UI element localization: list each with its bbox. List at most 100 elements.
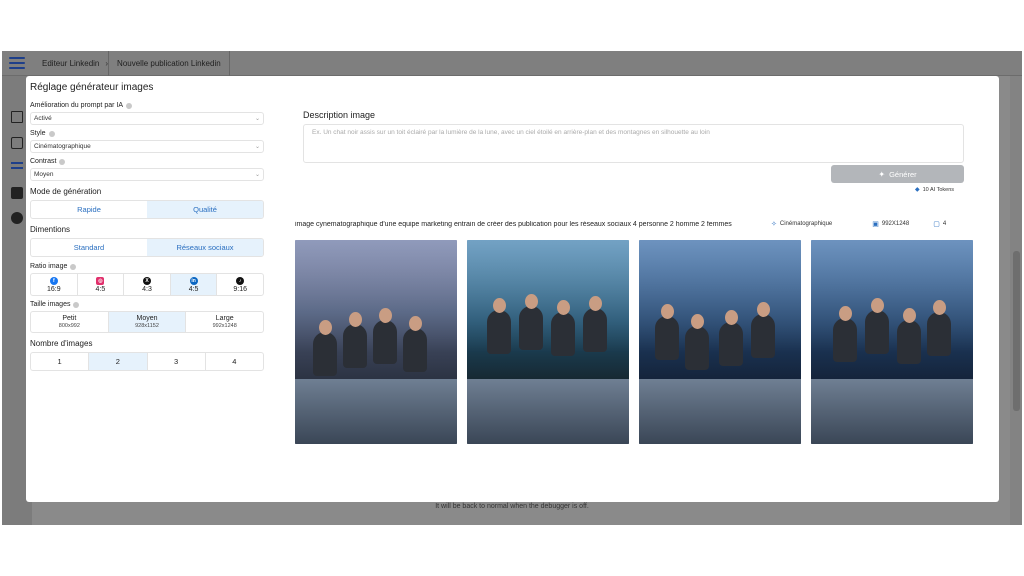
size-option-large[interactable]: Large 992x1248 <box>186 312 263 332</box>
dimensions-toggle: Standard Réseaux sociaux <box>30 238 264 257</box>
dimensions-option-standard[interactable]: Standard <box>31 239 147 256</box>
dimensions-label: Dimentions <box>30 225 71 234</box>
sparkle-icon: ✦ <box>878 169 886 179</box>
mode-option-rapide[interactable]: Rapide <box>31 201 147 218</box>
info-icon[interactable] <box>70 263 77 270</box>
info-icon[interactable] <box>59 158 66 165</box>
result-count-text: 4 <box>942 221 947 227</box>
generated-image[interactable] <box>295 240 457 444</box>
breadcrumb-item-editor[interactable]: Editeur Linkedin <box>36 59 105 68</box>
result-count: ▢ 4 <box>933 220 946 228</box>
info-icon[interactable] <box>48 130 55 137</box>
generate-button[interactable]: ✦ Générer <box>831 165 964 183</box>
info-icon[interactable] <box>126 102 132 109</box>
count-option-4[interactable]: 4 <box>206 353 263 370</box>
briefcase-icon[interactable] <box>11 137 23 149</box>
sliders-icon[interactable] <box>11 162 23 174</box>
style-label: Style <box>30 130 46 137</box>
result-header: image cynematographique d'une equipe mar… <box>295 218 975 230</box>
top-bar: Editeur Linkedin › Nouvelle publication … <box>2 51 1022 76</box>
prompt-ai-label: Amélioration du prompt par IA <box>30 102 123 109</box>
ratio-option-facebook[interactable]: f 16:9 <box>31 274 78 295</box>
info-icon[interactable] <box>73 301 80 308</box>
style-value: Cinématographique <box>34 143 91 150</box>
mode-label: Mode de génération <box>30 187 102 196</box>
settings-title: Réglage générateur images <box>30 82 154 93</box>
screen: Editeur Linkedin › Nouvelle publication … <box>0 0 1024 576</box>
size-dim: 992x1248 <box>212 323 237 329</box>
dimensions-option-social[interactable]: Réseaux sociaux <box>147 239 263 256</box>
count-option-3[interactable]: 3 <box>148 353 206 370</box>
result-dimension: ▣ 992X1248 <box>872 220 909 228</box>
hamburger-menu-icon[interactable] <box>9 57 25 69</box>
size-selector: Petit 800x992 Moyen 928x1152 Large 992x1248 <box>30 311 264 333</box>
debug-note: It will be back to normal when the debug… <box>435 503 589 510</box>
contrast-label: Contrast <box>30 158 57 165</box>
description-title: Description image <box>303 110 376 120</box>
count-option-1[interactable]: 1 <box>31 353 90 370</box>
ratio-option-instagram[interactable]: ◎ 4:5 <box>78 274 125 295</box>
generated-image[interactable] <box>639 240 801 444</box>
x-icon: X <box>142 276 151 285</box>
diamond-icon: ◆ <box>915 187 920 193</box>
mode-toggle: Rapide Qualité <box>30 200 264 219</box>
chevron-down-icon: ⌄ <box>254 116 260 122</box>
instagram-icon: ◎ <box>96 276 105 285</box>
image-icon: ▢ <box>933 221 940 228</box>
contrast-select[interactable]: Moyen ⌄ <box>30 168 264 181</box>
breadcrumb: Editeur Linkedin › Nouvelle publication … <box>36 51 230 76</box>
size-label: Taille images <box>30 301 71 308</box>
scrollbar[interactable] <box>1010 76 1022 525</box>
folder-icon[interactable] <box>11 111 23 123</box>
size-dim: 800x992 <box>58 323 80 329</box>
result-style: ✧ Cinématographique <box>771 220 832 228</box>
count-label: Nombre d'images <box>30 339 93 348</box>
generate-label: Générer <box>889 169 917 179</box>
contrast-value: Moyen <box>34 171 54 178</box>
count-option-2[interactable]: 2 <box>89 353 148 370</box>
tiktok-icon: ♪ <box>236 276 245 285</box>
result-images <box>295 240 973 444</box>
prompt-ai-select[interactable]: Activé ⌄ <box>30 112 264 125</box>
description-input[interactable]: Ex. Un chat noir assis sur un toit éclai… <box>303 124 964 163</box>
result-prompt: image cynematographique d'une equipe mar… <box>295 220 732 228</box>
ratio-value: 4:3 <box>142 285 152 293</box>
settings-panel: Réglage générateur images Amélioration d… <box>30 82 266 371</box>
token-text: 10 AI Tokens <box>922 186 955 193</box>
facebook-icon: f <box>49 276 58 285</box>
prompt-ai-value: Activé <box>34 115 52 122</box>
ratio-value: 16:9 <box>46 285 61 293</box>
magic-wand-icon: ✧ <box>771 221 777 228</box>
generated-image[interactable] <box>467 240 629 444</box>
chevron-down-icon: ⌄ <box>254 172 260 178</box>
size-name: Large <box>215 315 234 322</box>
generator-panel: Description image Ex. Un chat noir assis… <box>295 110 995 444</box>
scrollbar-thumb[interactable] <box>1013 251 1020 411</box>
ratio-value: 4:5 <box>95 285 106 293</box>
size-option-petit[interactable]: Petit 800x992 <box>31 312 109 332</box>
style-select[interactable]: Cinématographique ⌄ <box>30 140 264 153</box>
count-selector: 1 2 3 4 <box>30 352 264 371</box>
breadcrumb-item-current[interactable]: Nouvelle publication Linkedin <box>108 51 230 76</box>
result-dimension-text: 992X1248 <box>881 221 910 227</box>
mode-option-qualite[interactable]: Qualité <box>147 201 263 218</box>
result-style-text: Cinématographique <box>779 221 833 227</box>
ratio-option-tiktok[interactable]: ♪ 9:16 <box>217 274 263 295</box>
size-name: Moyen <box>136 315 158 322</box>
ratio-option-x[interactable]: X 4:3 <box>124 274 171 295</box>
image-size-icon: ▣ <box>872 221 879 228</box>
size-dim: 928x1152 <box>135 323 159 329</box>
ratio-label: Ratio image <box>30 263 68 270</box>
ratio-selector: f 16:9 ◎ 4:5 X 4:3 in 4:5 ♪ 9:16 <box>30 273 264 296</box>
ratio-value: 4:5 <box>188 285 199 293</box>
size-option-moyen[interactable]: Moyen 928x1152 <box>108 312 187 332</box>
token-cost: ◆ 10 AI Tokens <box>915 186 955 194</box>
chevron-down-icon: ⌄ <box>254 144 260 150</box>
ratio-value: 9:16 <box>233 285 247 293</box>
generated-image[interactable] <box>811 240 973 444</box>
image-generator-modal: Réglage générateur images Amélioration d… <box>26 76 999 502</box>
gear-icon[interactable] <box>11 212 23 224</box>
size-name: Petit <box>62 315 77 322</box>
ratio-option-linkedin[interactable]: in 4:5 <box>170 274 218 295</box>
plus-square-icon[interactable] <box>11 187 23 199</box>
